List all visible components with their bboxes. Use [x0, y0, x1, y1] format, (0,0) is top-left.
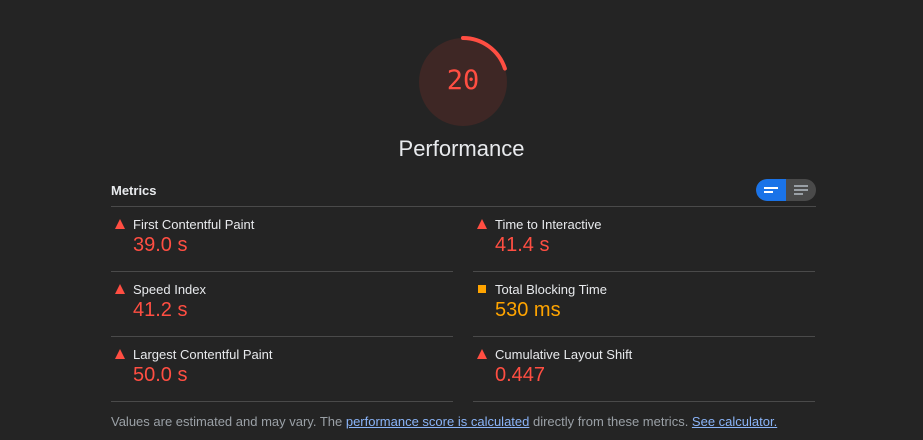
- category-title: Performance: [398, 136, 525, 161]
- condensed-view-icon: [764, 187, 778, 193]
- footer-text-middle: directly from these metrics.: [529, 414, 692, 429]
- metric-cumulative-layout-shift: Cumulative Layout Shift 0.447: [473, 337, 815, 402]
- expanded-view-icon: [794, 185, 808, 195]
- see-calculator-link[interactable]: See calculator.: [692, 414, 777, 429]
- metric-value: 41.2 s: [133, 299, 188, 321]
- metric-label: Speed Index: [133, 282, 207, 297]
- metric-value: 39.0 s: [133, 234, 188, 256]
- metric-time-to-interactive: Time to Interactive 41.4 s: [473, 207, 815, 272]
- metric-first-contentful-paint: First Contentful Paint 39.0 s: [111, 207, 453, 272]
- metrics-footer-note: Values are estimated and may vary. The p…: [111, 414, 777, 429]
- metric-value: 41.4 s: [495, 234, 550, 256]
- footer-text-before: Values are estimated and may vary. The: [111, 414, 346, 429]
- red-triangle-icon: [477, 219, 487, 229]
- red-triangle-icon: [115, 349, 125, 359]
- metric-label: Largest Contentful Paint: [133, 347, 273, 362]
- score-calculated-link[interactable]: performance score is calculated: [346, 414, 530, 429]
- metric-value: 530 ms: [495, 299, 561, 321]
- metric-label: First Contentful Paint: [133, 217, 255, 232]
- red-triangle-icon: [115, 284, 125, 294]
- red-triangle-icon: [477, 349, 487, 359]
- metric-value: 0.447: [495, 364, 546, 386]
- orange-square-icon: [478, 285, 486, 293]
- metrics-heading: Metrics: [111, 183, 157, 198]
- metric-label: Cumulative Layout Shift: [495, 347, 633, 362]
- red-triangle-icon: [115, 219, 125, 229]
- metrics-header: Metrics: [111, 179, 816, 207]
- metric-label: Time to Interactive: [495, 217, 602, 232]
- lighthouse-report: 20 Performance Metrics First Contentful …: [0, 0, 923, 440]
- condensed-view-button[interactable]: [756, 179, 786, 201]
- metric-largest-contentful-paint: Largest Contentful Paint 50.0 s: [111, 337, 453, 402]
- performance-score-gauge[interactable]: 20: [415, 34, 511, 130]
- expanded-view-button[interactable]: [786, 179, 816, 201]
- metric-total-blocking-time: Total Blocking Time 530 ms: [473, 272, 815, 337]
- metric-value: 50.0 s: [133, 364, 188, 386]
- metrics-view-toggle[interactable]: [756, 179, 816, 201]
- performance-score-value: 20: [446, 65, 480, 96]
- metric-label: Total Blocking Time: [495, 282, 607, 297]
- metric-speed-index: Speed Index 41.2 s: [111, 272, 453, 337]
